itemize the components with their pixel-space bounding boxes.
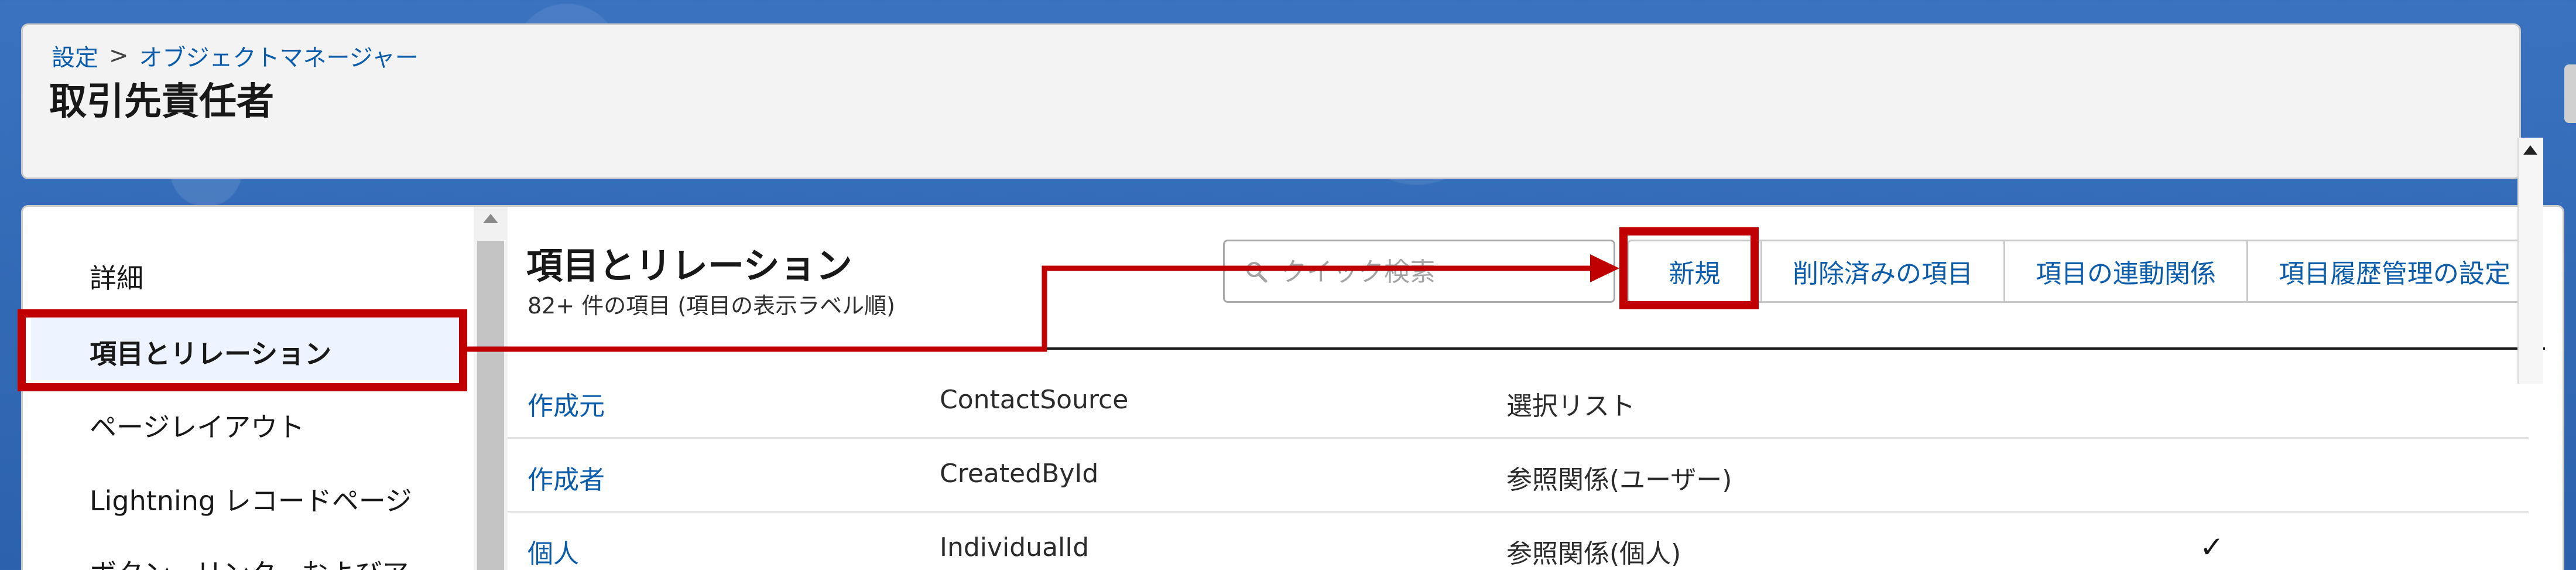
new-button-highlight-box <box>1619 227 1759 309</box>
indexed-check-icon: ✓ <box>2200 530 2224 564</box>
sidebar-item-details[interactable]: 詳細 <box>90 257 143 296</box>
table-row: 作成者 CreatedById 参照関係(ユーザー) <box>508 439 2529 513</box>
sidebar-item-buttons-links-actions[interactable]: ボタン、リンク、およびア <box>90 552 409 570</box>
section-title: 項目とリレーション <box>526 244 852 287</box>
scroll-up-arrow-icon[interactable] <box>483 214 498 223</box>
table-row: 個人 IndividualId 参照関係(個人) ✓ <box>508 513 2529 570</box>
section-subtitle: 82+ 件の項目 (項目の表示ラベル順) <box>527 293 896 319</box>
field-label-link[interactable]: 作成者 <box>527 459 605 496</box>
field-api-name: IndividualId <box>940 533 1090 562</box>
quick-search-input[interactable] <box>1281 254 1597 289</box>
field-api-name: CreatedById <box>940 459 1099 489</box>
table-row: 作成元 ContactSource 選択リスト <box>508 365 2529 439</box>
field-api-name: ContactSource <box>940 385 1129 415</box>
field-data-type: 参照関係(ユーザー) <box>1506 465 1732 495</box>
table-scroll-up-arrow-icon[interactable] <box>2523 145 2537 155</box>
breadcrumb-separator: > <box>109 42 129 69</box>
breadcrumb-object-manager-link[interactable]: オブジェクトマネージャー <box>139 39 419 73</box>
field-label-link[interactable]: 個人 <box>527 533 579 570</box>
search-icon <box>1246 262 1268 283</box>
field-data-type: 選択リスト <box>1506 391 1635 421</box>
sidebar-scrollbar-thumb[interactable] <box>477 241 504 570</box>
field-label-link[interactable]: 作成元 <box>527 385 605 422</box>
field-dependencies-button[interactable]: 項目の連動関係 <box>2005 241 2248 301</box>
breadcrumb: 設定 > オブジェクトマネージャー <box>52 39 419 73</box>
page-title: 取引先責任者 <box>49 80 274 124</box>
sidebar-highlight-box <box>18 309 467 391</box>
breadcrumb-setup-link[interactable]: 設定 <box>52 39 98 73</box>
field-data-type: 参照関係(個人) <box>1506 539 1681 569</box>
sidebar-item-page-layouts[interactable]: ページレイアウト <box>90 406 304 445</box>
table-header-border <box>508 347 2545 350</box>
edge-panel-tab[interactable] <box>2564 64 2576 123</box>
sidebar-item-lightning-record-pages[interactable]: Lightning レコードページ <box>90 480 412 518</box>
set-history-tracking-button[interactable]: 項目履歴管理の設定 <box>2248 241 2541 301</box>
quick-search-box[interactable] <box>1223 240 1615 303</box>
toolbar-button-group: 新規 削除済みの項目 項目の連動関係 項目履歴管理の設定 <box>1627 240 2543 303</box>
table-scrollbar[interactable] <box>2517 138 2543 384</box>
deleted-fields-button[interactable]: 削除済みの項目 <box>1762 241 2005 301</box>
